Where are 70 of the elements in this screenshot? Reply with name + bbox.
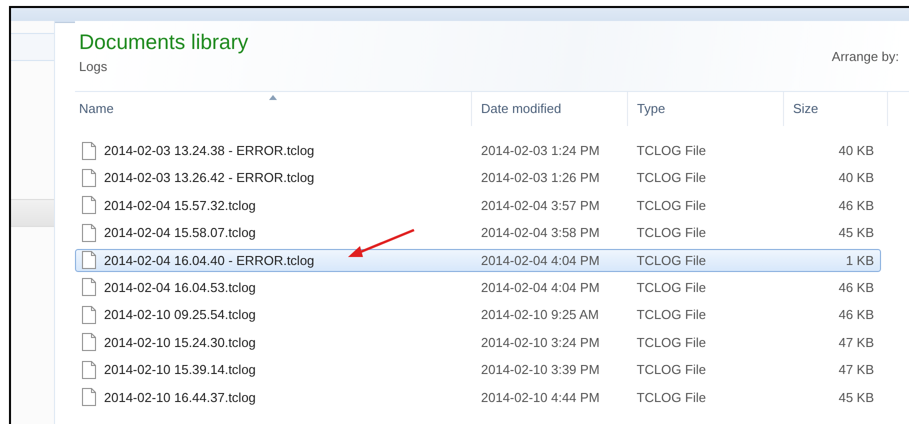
file-type: TCLOG File (636, 334, 706, 350)
file-size: 46 KB (838, 280, 874, 295)
file-row[interactable]: 2014-02-10 16.44.37.tclog 2014-02-10 4:44 PM TCLOG File 45 KB (75, 386, 881, 409)
file-icon (82, 333, 96, 352)
file-row[interactable]: 2014-02-04 16.04.53.tclog 2014-02-04 4:04 PM TCLOG File 46 KB (75, 276, 881, 299)
date-modified: 2014-02-10 4:44 PM (481, 390, 600, 405)
arrange-by-label[interactable]: Arrange by: (832, 21, 909, 64)
file-type: TCLOG File (636, 143, 706, 158)
file-size: 46 KB (838, 307, 874, 322)
date-modified: 2014-02-10 3:24 PM (481, 334, 600, 350)
date-modified: 2014-02-04 3:57 PM (481, 198, 600, 213)
file-row[interactable]: 2014-02-04 15.58.07.tclog 2014-02-04 3:58 PM TCLOG File 45 KB (75, 221, 881, 244)
file-icon (82, 142, 96, 160)
file-size: 45 KB (838, 390, 874, 405)
column-header[interactable]: Name (75, 92, 472, 126)
date-modified: 2014-02-10 9:25 AM (481, 307, 599, 322)
file-icon (82, 306, 96, 324)
file-name: 2014-02-04 15.58.07.tclog (104, 225, 256, 240)
file-icon (82, 224, 96, 242)
file-icon (82, 388, 96, 406)
column-header[interactable]: Size (784, 92, 888, 126)
file-name: 2014-02-10 09.25.54.tclog (104, 307, 256, 322)
file-type: TCLOG File (636, 170, 706, 186)
navigation-item[interactable] (11, 33, 54, 61)
file-type: TCLOG File (636, 225, 706, 240)
file-row[interactable]: 2014-02-10 15.39.14.tclog 2014-02-10 3:39 PM TCLOG File 47 KB (75, 358, 881, 382)
file-icon (82, 251, 96, 270)
sort-arrow-icon (269, 95, 277, 100)
file-name: 2014-02-10 15.39.14.tclog (104, 362, 256, 378)
column-header[interactable]: Type (628, 92, 784, 126)
date-modified: 2014-02-04 3:58 PM (481, 225, 600, 240)
file-type: TCLOG File (636, 252, 706, 268)
date-modified: 2014-02-10 3:39 PM (481, 362, 600, 378)
folder-subtitle: Logs (79, 59, 108, 74)
file-name: 2014-02-03 13.24.38 - ERROR.tclog (104, 143, 314, 158)
file-name: 2014-02-10 15.24.30.tclog (104, 334, 256, 350)
file-size: 40 KB (838, 170, 874, 186)
navigation-item[interactable] (11, 199, 54, 227)
file-name: 2014-02-10 16.44.37.tclog (104, 390, 256, 405)
file-name: 2014-02-04 15.57.32.tclog (104, 198, 256, 213)
file-size: 46 KB (838, 198, 874, 213)
file-size: 1 KB (846, 252, 874, 268)
file-type: TCLOG File (636, 198, 706, 213)
column-header[interactable]: Date modified (472, 92, 628, 126)
file-row[interactable]: 2014-02-03 13.26.42 - ERROR.tclog 2014-02-03 1:26 PM TCLOG File 40 KB (75, 166, 881, 190)
file-type: TCLOG File (636, 390, 706, 405)
date-modified: 2014-02-03 1:24 PM (481, 143, 600, 158)
date-modified: 2014-02-03 1:26 PM (481, 170, 600, 186)
file-row[interactable]: 2014-02-10 15.24.30.tclog 2014-02-10 3:24 PM TCLOG File 47 KB (75, 330, 881, 354)
file-row[interactable]: 2014-02-04 16.04.40 - ERROR.tclog 2014-02-04 4:04 PM TCLOG File 1 KB (75, 248, 881, 272)
file-type: TCLOG File (636, 307, 706, 322)
date-modified: 2014-02-04 4:04 PM (481, 280, 600, 295)
file-icon (82, 278, 96, 296)
file-name: 2014-02-03 13.26.42 - ERROR.tclog (104, 170, 314, 186)
file-type: TCLOG File (636, 280, 706, 295)
file-row[interactable]: 2014-02-10 09.25.54.tclog 2014-02-10 9:25 AM TCLOG File 46 KB (75, 303, 881, 326)
file-icon (82, 196, 96, 214)
file-name: 2014-02-04 16.04.40 - ERROR.tclog (104, 252, 314, 268)
file-row[interactable]: 2014-02-04 15.57.32.tclog 2014-02-04 3:57 PM TCLOG File 46 KB (75, 194, 881, 217)
file-icon (82, 360, 96, 379)
file-name: 2014-02-04 16.04.53.tclog (104, 280, 256, 295)
file-size: 40 KB (838, 143, 874, 158)
file-icon (82, 168, 96, 187)
file-type: TCLOG File (636, 362, 706, 378)
date-modified: 2014-02-04 4:04 PM (481, 252, 600, 268)
file-size: 47 KB (838, 362, 874, 378)
file-size: 47 KB (838, 334, 874, 350)
file-size: 45 KB (838, 225, 874, 240)
library-title: Documents library (79, 31, 250, 55)
file-row[interactable]: 2014-02-03 13.24.38 - ERROR.tclog 2014-02-03 1:24 PM TCLOG File 40 KB (75, 139, 881, 162)
